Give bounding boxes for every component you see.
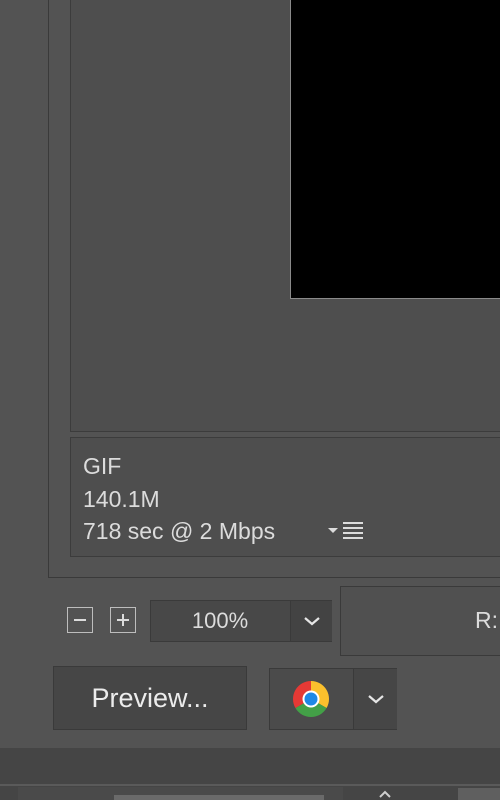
zoom-level-dropdown-button[interactable]: [290, 601, 332, 641]
chevron-down-icon: [303, 617, 320, 626]
chrome-icon: [292, 681, 330, 718]
browser-dropdown-button[interactable]: [353, 669, 397, 729]
browser-preview-button[interactable]: [270, 669, 352, 729]
color-readout-box: R:: [340, 586, 500, 656]
save-for-web-panel: GIF 140.1M 718 sec @ 2 Mbps 100% R: Prev…: [0, 0, 500, 800]
zoom-level-input[interactable]: 100%: [151, 601, 289, 641]
red-channel-label: R:: [475, 607, 498, 633]
chevron-down-icon: [367, 695, 384, 704]
zoom-out-button[interactable]: [67, 607, 93, 633]
caret-up-icon[interactable]: [378, 786, 392, 800]
minus-icon: [74, 619, 86, 621]
bottom-control[interactable]: [458, 788, 500, 800]
list-menu-icon[interactable]: [328, 519, 368, 545]
scrollbar-thumb[interactable]: [114, 795, 324, 800]
bottom-divider: [0, 784, 500, 786]
preview-button[interactable]: Preview...: [53, 666, 247, 730]
browser-preview-combo[interactable]: [269, 668, 397, 730]
file-format-label: GIF: [83, 453, 122, 479]
plus-icon: [117, 614, 129, 626]
zoom-in-button[interactable]: [110, 607, 136, 633]
zoom-level-combo[interactable]: 100%: [150, 600, 332, 642]
preview-image[interactable]: [290, 0, 500, 299]
optimization-info-box: GIF 140.1M 718 sec @ 2 Mbps: [70, 437, 500, 557]
download-time-label: 718 sec @ 2 Mbps: [83, 518, 276, 544]
file-size-label: 140.1M: [83, 486, 160, 512]
